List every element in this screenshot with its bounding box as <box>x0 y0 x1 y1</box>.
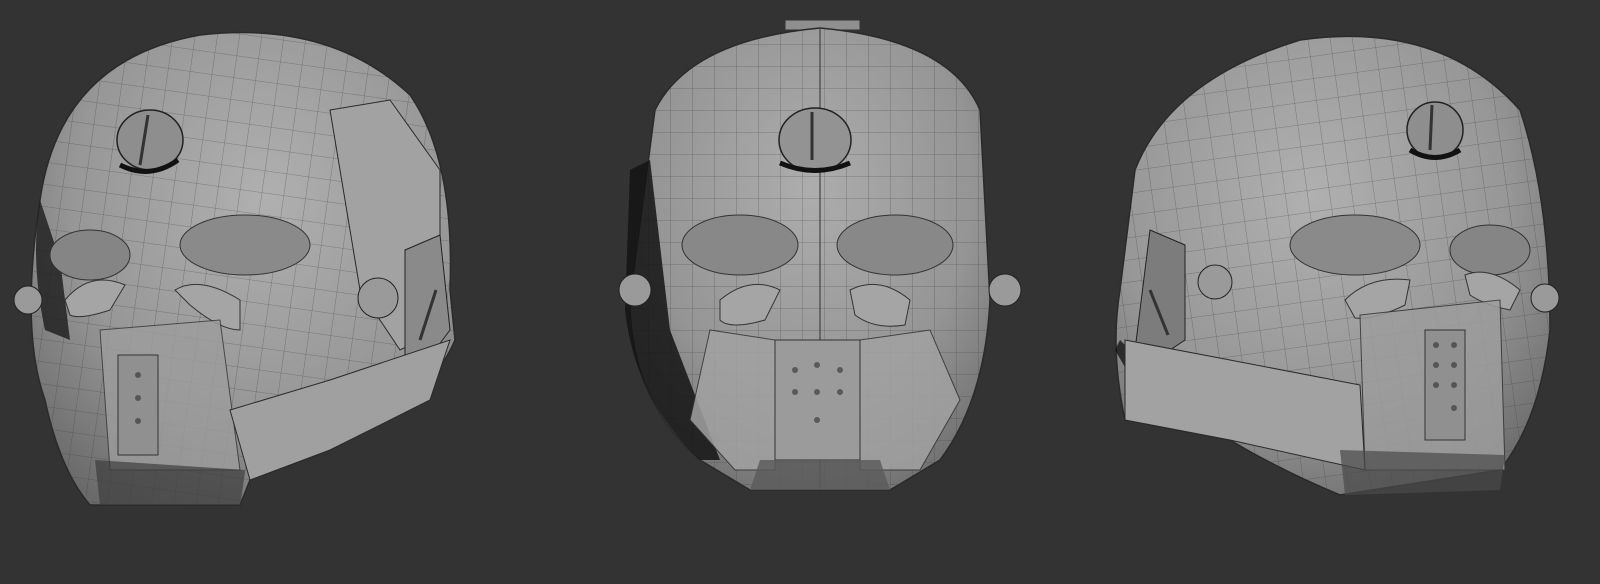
side-knob <box>13 285 43 315</box>
side-knob <box>618 273 652 307</box>
screw <box>778 107 852 173</box>
side-knob <box>357 277 399 319</box>
helmet-render-three-quarter-right <box>1080 0 1600 584</box>
eye-socket-right <box>1449 224 1531 276</box>
eye-socket-left <box>1289 214 1421 276</box>
3d-viewport[interactable] <box>0 0 1600 584</box>
screw <box>1406 101 1464 159</box>
eye-socket-right <box>836 214 954 276</box>
eye-socket-right <box>179 214 311 276</box>
helmet-render-three-quarter-left <box>0 0 520 584</box>
side-knob <box>1197 264 1233 300</box>
eye-socket-left <box>681 214 799 276</box>
side-knob <box>1530 283 1560 313</box>
side-knob <box>988 273 1022 307</box>
eye-socket-left <box>49 229 131 281</box>
helmet-render-front <box>560 0 1080 584</box>
